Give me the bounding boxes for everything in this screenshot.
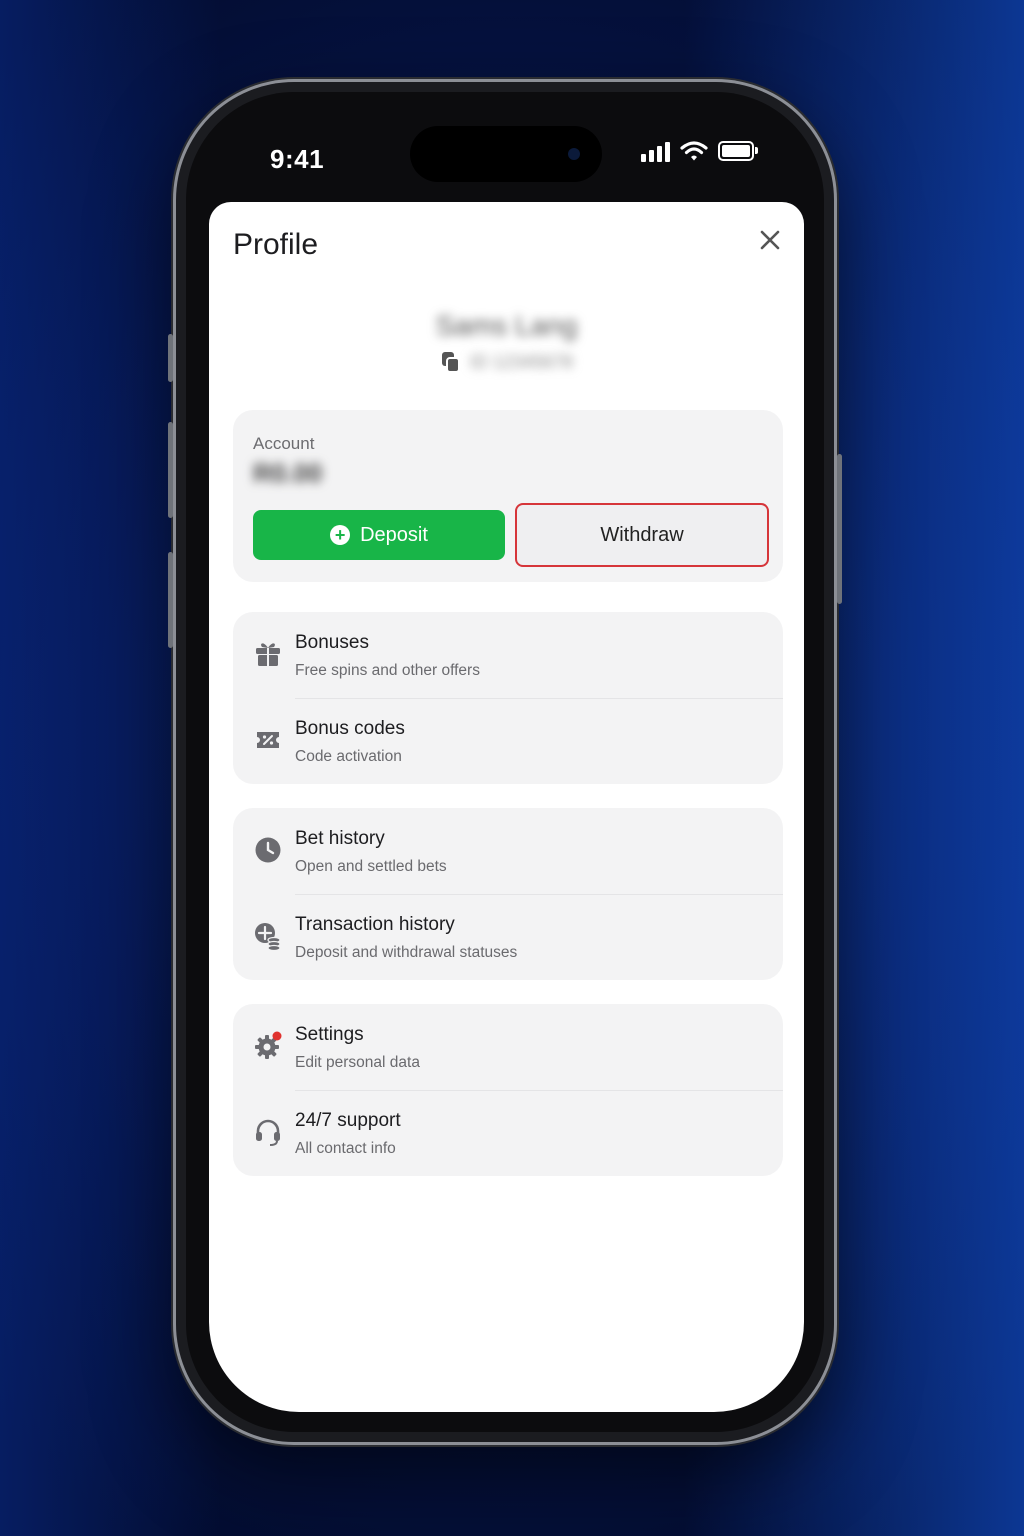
menu-item-title: Transaction history — [295, 914, 455, 935]
menu-item-support[interactable]: 24/7 support All contact info — [233, 1090, 783, 1176]
user-id: ID 12345678 — [469, 351, 574, 372]
menu-group-history: Bet history Open and settled bets Transa… — [233, 808, 783, 980]
copy-icon[interactable] — [440, 350, 462, 374]
power-button — [837, 454, 842, 604]
menu-item-title: 24/7 support — [295, 1110, 401, 1131]
plus-circle-icon: + — [330, 525, 351, 545]
volume-up-button — [168, 422, 173, 518]
menu-item-bonuses[interactable]: Bonuses Free spins and other offers — [233, 612, 783, 698]
menu-item-bet-history[interactable]: Bet history Open and settled bets — [233, 808, 783, 894]
menu-item-subtitle: Code activation — [295, 748, 402, 765]
menu-item-title: Settings — [295, 1024, 364, 1045]
menu-item-subtitle: All contact info — [295, 1140, 396, 1157]
menu-item-title: Bet history — [295, 828, 385, 849]
account-balance: R0.00 — [253, 458, 323, 488]
menu-item-subtitle: Deposit and withdrawal statuses — [295, 944, 518, 961]
menu-item-bonus-codes[interactable]: Bonus codes Code activation — [233, 698, 783, 784]
menu-item-transaction-history[interactable]: Transaction history Deposit and withdraw… — [233, 894, 783, 980]
account-label: Account — [253, 434, 315, 453]
clock-icon — [255, 837, 281, 863]
coins-icon — [255, 923, 281, 951]
gift-icon — [256, 643, 280, 666]
withdraw-label: Withdraw — [600, 523, 684, 546]
user-name: Sams Lang — [435, 310, 578, 341]
menu-item-subtitle: Free spins and other offers — [295, 662, 480, 679]
menu-item-title: Bonus codes — [295, 718, 405, 739]
menu-item-subtitle: Edit personal data — [295, 1054, 420, 1071]
wifi-icon — [680, 141, 708, 161]
deposit-label: Deposit — [360, 523, 428, 546]
action-button — [168, 334, 173, 382]
close-icon[interactable] — [754, 224, 786, 256]
status-icons — [641, 140, 758, 162]
phone-screen: 9:41 Profile Sams Lang ID 12345678 Accou… — [186, 92, 824, 1432]
camera-icon — [568, 148, 580, 160]
coupon-icon — [257, 732, 279, 748]
menu-item-subtitle: Open and settled bets — [295, 858, 447, 875]
user-id-row[interactable]: ID 12345678 — [209, 350, 804, 374]
battery-icon — [718, 141, 758, 161]
menu-item-settings[interactable]: Settings Edit personal data — [233, 1004, 783, 1090]
signal-icon — [641, 140, 670, 162]
phone-frame: 9:41 Profile Sams Lang ID 12345678 Accou… — [168, 82, 842, 1442]
withdraw-button[interactable]: Withdraw — [515, 503, 769, 567]
menu-group-bonuses: Bonuses Free spins and other offers Bonu… — [233, 612, 783, 784]
status-time: 9:41 — [270, 144, 325, 174]
menu-item-title: Bonuses — [295, 632, 369, 653]
profile-sheet: Profile Sams Lang ID 12345678 Account R0… — [209, 202, 804, 1412]
volume-down-button — [168, 552, 173, 648]
account-card: Account R0.00 + Deposit Withdraw — [233, 410, 783, 582]
dynamic-island — [410, 126, 602, 182]
gear-icon — [255, 1031, 282, 1059]
notification-dot — [272, 1031, 282, 1041]
menu-group-settings: Settings Edit personal data 24/7 support… — [233, 1004, 783, 1176]
page-title: Profile — [233, 228, 319, 261]
deposit-button[interactable]: + Deposit — [253, 510, 505, 560]
headset-icon — [256, 1119, 280, 1146]
